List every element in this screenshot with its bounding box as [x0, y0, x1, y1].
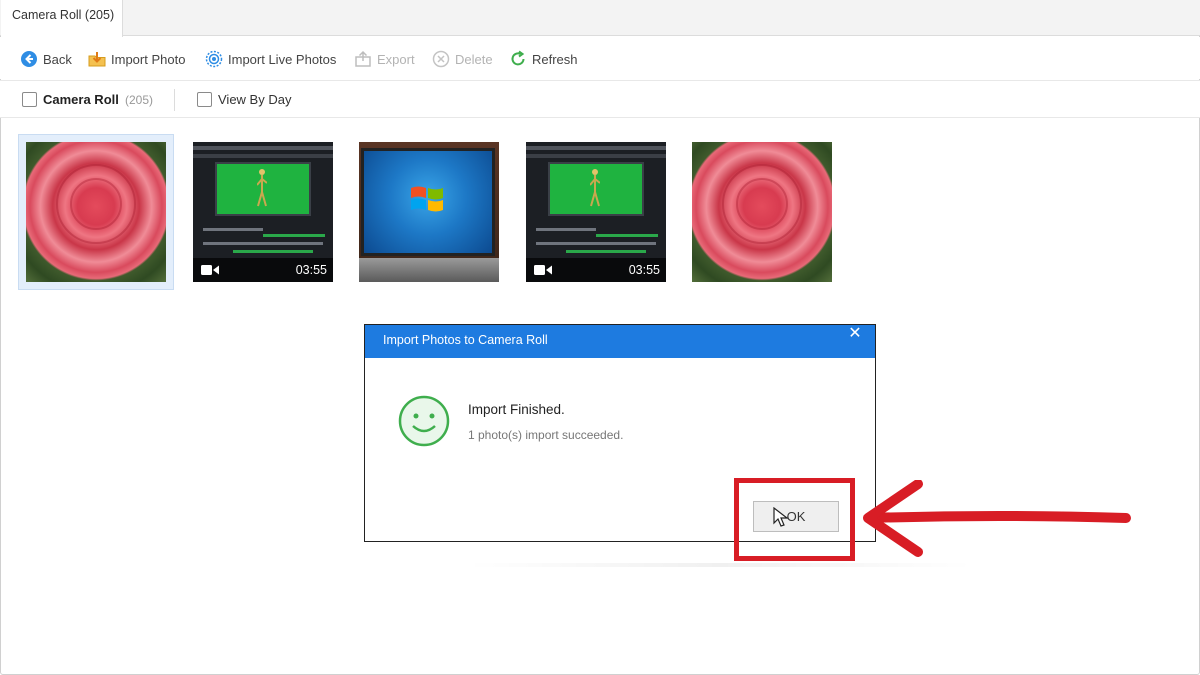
live-photo-icon	[205, 50, 223, 68]
delete-label: Delete	[455, 51, 493, 67]
timeline-track	[566, 250, 646, 253]
import-live-photos-label: Import Live Photos	[228, 51, 337, 67]
back-button[interactable]: Back	[20, 49, 72, 69]
refresh-icon	[509, 50, 527, 68]
refresh-label: Refresh	[532, 51, 578, 67]
thumbnail-video[interactable]: 03:55	[193, 142, 333, 282]
dancer-figure	[590, 169, 600, 207]
export-icon	[354, 50, 372, 68]
import-photo-button[interactable]: Import Photo	[88, 49, 185, 69]
toolbar: Back Import Photo Import Live Photos Exp…	[0, 37, 1200, 79]
delete-icon	[432, 50, 450, 68]
editor-menubar	[193, 146, 333, 150]
close-icon[interactable]: ✕	[847, 326, 863, 342]
rose-petal	[722, 164, 802, 244]
camera-roll-label: Camera Roll	[43, 92, 119, 107]
import-live-photos-button[interactable]: Import Live Photos	[205, 49, 336, 69]
video-camera-icon	[534, 265, 552, 275]
back-arrow-icon	[20, 50, 38, 68]
timeline-track	[536, 228, 596, 231]
thumbnail-laptop-photo[interactable]	[359, 142, 499, 282]
timeline-track	[203, 242, 323, 245]
view-by-day-checkbox[interactable]	[197, 92, 212, 107]
export-label: Export	[377, 51, 415, 67]
view-by-day-label: View By Day	[218, 92, 292, 107]
red-arrow-icon	[863, 480, 1131, 557]
tab-camera-roll[interactable]: Camera Roll (205)	[1, 0, 123, 37]
video-duration: 03:55	[628, 263, 660, 277]
camera-roll-count: (205)	[125, 93, 154, 107]
dialog-message: 1 photo(s) import succeeded.	[468, 428, 624, 442]
editor-toolbar	[193, 154, 333, 158]
thumbnail-rose-photo[interactable]	[692, 142, 832, 282]
camera-roll-checkbox[interactable]	[22, 92, 37, 107]
timeline-track	[596, 234, 658, 237]
timeline-track	[536, 242, 656, 245]
filter-bar: Camera Roll (205) View By Day	[0, 80, 1200, 118]
dialog-title-bar: Import Photos to Camera Roll	[365, 325, 875, 358]
back-label: Back	[43, 51, 72, 67]
tab-strip: Camera Roll (205)	[0, 0, 1200, 37]
rose-petal	[56, 164, 136, 244]
editor-toolbar	[526, 154, 666, 158]
timeline-track	[203, 228, 263, 231]
timeline-track	[233, 250, 313, 253]
dialog-heading: Import Finished.	[468, 402, 565, 417]
thumbnail-video[interactable]: 03:55	[526, 142, 666, 282]
delete-button[interactable]: Delete	[432, 49, 493, 69]
import-folder-icon	[88, 50, 106, 68]
export-button[interactable]: Export	[354, 49, 415, 69]
video-camera-icon	[201, 265, 219, 275]
filter-divider	[174, 89, 175, 111]
smiley-face-icon	[398, 395, 450, 447]
highlight-box	[734, 478, 855, 561]
editor-menubar	[526, 146, 666, 150]
video-duration: 03:55	[295, 263, 327, 277]
laptop-base	[359, 258, 499, 282]
import-photo-label: Import Photo	[111, 51, 186, 67]
refresh-button[interactable]: Refresh	[509, 49, 578, 69]
windows-logo-icon	[411, 186, 443, 212]
dialog-title: Import Photos to Camera Roll	[383, 333, 548, 347]
timeline-track	[263, 234, 325, 237]
thumbnail-rose-photo[interactable]	[26, 142, 166, 282]
dialog-shadow	[466, 563, 974, 567]
dancer-figure	[257, 169, 267, 207]
